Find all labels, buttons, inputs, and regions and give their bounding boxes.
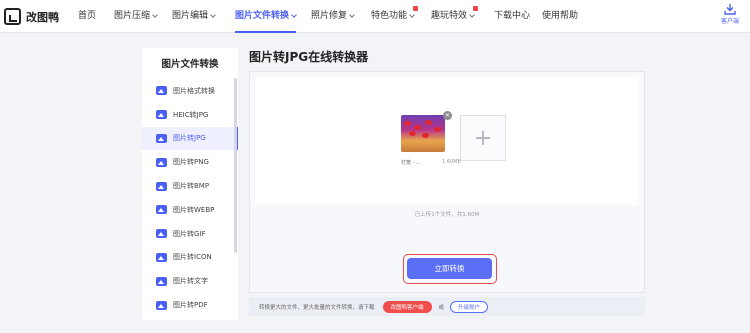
sidebar-item-label: 图片转ICON [173, 253, 212, 262]
chevron-down-icon [469, 12, 475, 18]
sidebar-item-label: 图片转WEBP [173, 205, 215, 214]
file-size: 1.60MB [442, 159, 461, 165]
logo[interactable]: 改图鸭 [4, 8, 59, 25]
image-icon [156, 276, 167, 286]
nav-item-label: 下载中心 [494, 11, 531, 21]
upload-summary: 已上传1个文件，共1.60M [414, 212, 480, 218]
image-icon [156, 86, 167, 96]
sidebar-item-8[interactable]: 图片转文字 [142, 269, 238, 293]
sidebar-item-label: 图片转BMP [173, 182, 210, 191]
hot-badge [413, 6, 419, 11]
sidebar-item-label: 图片格式转换 [173, 86, 215, 95]
add-file-button[interactable] [460, 115, 506, 161]
file-thumbnail [401, 115, 445, 152]
sidebar-item-2[interactable]: 图片转JPG [142, 126, 238, 151]
sidebar: 图片文件转换 图片格式转换 HEIC转JPG 图片转JPG 图片转PNG 图片转BMP 图… [142, 48, 238, 320]
sidebar-item-9[interactable]: 图片转PDF [142, 293, 238, 317]
sidebar-item-7[interactable]: 图片转ICON [142, 246, 238, 270]
sidebar-item-label: 图片转JPG [173, 134, 206, 143]
sidebar-item-label: HEIC转JPG [173, 110, 209, 119]
footer-bar: 转换更大的文件、更大批量的文件转换，请下载 改图鸭客户端 或 升级账户 [249, 297, 645, 316]
remove-file-icon[interactable]: ✕ [443, 111, 452, 120]
download-icon [724, 4, 736, 15]
image-icon [156, 110, 167, 120]
sidebar-item-1[interactable]: HEIC转JPG [142, 103, 238, 127]
nav-item-label: 图片压缩 [114, 11, 151, 21]
chevron-down-icon [349, 12, 355, 18]
sidebar-item-label: 图片转文字 [173, 277, 208, 286]
image-icon [156, 133, 167, 143]
converter-panel: ✕ 灯笼 - ... 1.60MB 已上传1个文件，共1.60M 立即转换 [249, 71, 645, 293]
footer-text: 转换更大的文件、更大批量的文件转换，请下载 [259, 304, 375, 311]
nav-item-2[interactable]: 图片编辑 [172, 0, 216, 33]
image-icon [156, 300, 167, 310]
chevron-down-icon [409, 12, 415, 18]
nav-item-label: 使用帮助 [542, 11, 579, 21]
convert-button[interactable]: 立即转换 [407, 258, 492, 279]
logo-text: 改图鸭 [26, 10, 59, 24]
uploaded-file[interactable]: ✕ 灯笼 - ... 1.60MB [401, 111, 461, 166]
sidebar-item-3[interactable]: 图片转PNG [142, 150, 238, 174]
nav-item-0[interactable]: 首页 [78, 0, 96, 33]
top-navigation-bar: 改图鸭 首页 图片压缩 图片编辑 图片文件转换 照片修复 特色功能 趣玩特效 下载中心 使用帮助… [0, 0, 750, 33]
sidebar-item-label: 图片转GIF [173, 229, 206, 238]
convert-highlight: 立即转换 [403, 254, 497, 284]
sidebar-item-4[interactable]: 图片转BMP [142, 174, 238, 198]
hot-badge [473, 6, 479, 11]
download-client-button[interactable]: 改图鸭客户端 [382, 300, 432, 313]
sidebar-item-label: 图片转PNG [173, 158, 209, 167]
sidebar-item-0[interactable]: 图片格式转换 [142, 79, 238, 103]
nav-item-7[interactable]: 下载中心 [494, 0, 530, 33]
nav-item-6[interactable]: 趣玩特效 [431, 0, 479, 33]
image-icon [156, 157, 167, 167]
nav-item-label: 图片文件转换 [235, 11, 290, 21]
nav-item-label: 首页 [78, 11, 97, 21]
nav-item-3[interactable]: 图片文件转换 [235, 0, 297, 33]
sidebar-scrollbar[interactable] [234, 78, 237, 253]
nav-item-1[interactable]: 图片压缩 [114, 0, 158, 33]
nav-item-4[interactable]: 照片修复 [311, 0, 355, 33]
logo-icon [4, 8, 21, 25]
file-name: 灯笼 - ... [401, 160, 421, 166]
sidebar-item-6[interactable]: 图片转GIF [142, 222, 238, 246]
upgrade-account-button[interactable]: 升级账户 [450, 300, 489, 313]
chevron-down-icon [210, 12, 216, 18]
image-icon [156, 181, 167, 191]
sidebar-item-5[interactable]: 图片转WEBP [142, 198, 238, 222]
sidebar-title: 图片文件转换 [161, 59, 219, 70]
nav-item-label: 特色功能 [371, 11, 408, 21]
chevron-down-icon [291, 12, 297, 18]
chevron-down-icon [152, 12, 158, 18]
nav-item-label: 照片修复 [311, 11, 348, 21]
nav-item-8[interactable]: 使用帮助 [542, 0, 578, 33]
file-meta: 灯笼 - ... 1.60MB [401, 159, 461, 166]
page-title: 图片转JPG在线转换器 [249, 50, 369, 64]
image-icon [156, 229, 167, 239]
image-icon [156, 252, 167, 262]
client-label: 客户端 [720, 18, 739, 25]
sidebar-item-label: 图片转PDF [173, 301, 208, 310]
nav-item-label: 趣玩特效 [431, 11, 468, 21]
upload-area[interactable]: ✕ 灯笼 - ... 1.60MB [255, 77, 639, 205]
sidebar-list: 图片格式转换 HEIC转JPG 图片转JPG 图片转PNG 图片转BMP 图片转WEBP 图… [142, 79, 238, 317]
nav-item-label: 图片编辑 [172, 11, 209, 21]
image-icon [156, 205, 167, 215]
client-download-button[interactable]: 客户端 [718, 4, 742, 25]
nav-item-5[interactable]: 特色功能 [371, 0, 419, 33]
or-text: 或 [438, 304, 445, 311]
